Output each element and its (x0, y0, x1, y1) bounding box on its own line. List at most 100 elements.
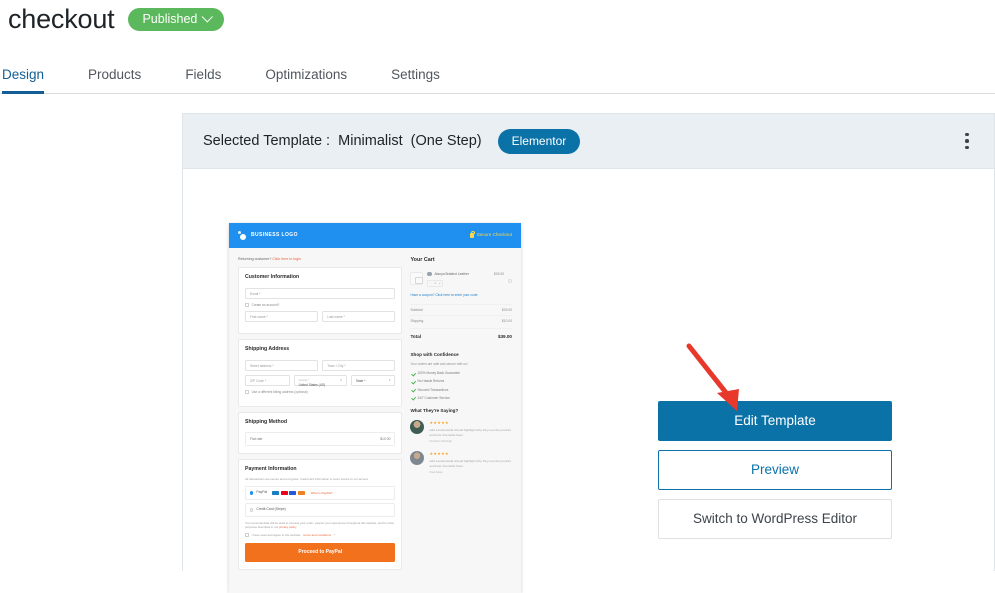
create-account-checkbox[interactable]: Create an account? (245, 303, 395, 308)
returning-text: Returning customer? (238, 257, 272, 261)
preview-customer-information: Customer Information Email * Create an a… (238, 267, 403, 335)
selected-template-card: Selected Template : Minimalist (One Step… (182, 113, 995, 593)
returning-login-link[interactable]: Click here to login (272, 257, 301, 261)
terms-required-marker: * (333, 532, 336, 537)
kebab-dot-2 (965, 139, 969, 143)
subtotal-row: Subtotal $29.00 (410, 304, 512, 315)
preview-right-column: Your Cart Alanya Braided Leather - 1 + $… (410, 257, 512, 575)
shipping-method-price: $10.00 (380, 436, 391, 441)
total-row: Total $39.00 (410, 327, 512, 343)
proceed-to-paypal-button[interactable]: Proceed to PayPal (245, 543, 396, 563)
check-icon (410, 372, 414, 376)
name-row: First name * Last name * (245, 311, 396, 326)
cart-item-details: Alanya Braided Leather - 1 + (427, 272, 489, 287)
confidence-block: Shop with Confidence Your orders are saf… (410, 352, 512, 400)
mastercard-icon (280, 490, 288, 496)
tab-optimizations[interactable]: Optimizations (265, 61, 369, 93)
address-row: Street address * Town / City * (245, 359, 396, 375)
state-placeholder: State * (355, 378, 366, 383)
confidence-item-label: Secured Transactions (417, 387, 449, 392)
shipping-address-heading: Shipping Address (245, 346, 290, 353)
tab-settings[interactable]: Settings (391, 61, 462, 93)
preview-topbar: BUSINESS LOGO Secure Checkout (229, 223, 521, 248)
kebab-dot-1 (965, 132, 969, 137)
payment-security-note: All transactions are secure and encrypte… (245, 476, 369, 481)
template-thumbnail[interactable]: BUSINESS LOGO Secure Checkout Returning … (229, 223, 521, 593)
street-address-field[interactable]: Street address * (245, 359, 319, 371)
selected-template-header: Selected Template : Minimalist (One Step… (183, 114, 994, 169)
checkbox-icon (245, 390, 249, 395)
qty-decrement[interactable]: - (430, 281, 431, 285)
testimonial-quote: Add a testimonial should highlight why t… (429, 459, 511, 468)
template-steps: (One Step) (410, 133, 482, 149)
preview-logo: BUSINESS LOGO (238, 231, 298, 240)
cart-item-price: $29.00 (493, 271, 504, 276)
remove-item-icon[interactable] (508, 278, 512, 283)
discover-icon (297, 490, 305, 496)
different-billing-checkbox[interactable]: Use a different billing address (optiona… (245, 390, 395, 395)
lock-icon (470, 230, 476, 238)
paypal-label: PayPal (256, 490, 268, 495)
country-select[interactable]: Country * United States (US) ▾ (293, 374, 347, 387)
terms-text: I have read and agree to the website (251, 532, 301, 537)
radio-selected-icon (250, 491, 254, 495)
privacy-policy-link[interactable]: privacy policy (279, 525, 296, 529)
chevron-down-icon: ▾ (340, 378, 342, 383)
preview-shipping-method: Shipping Method Flat rate $10.00 (238, 411, 403, 455)
coupon-link[interactable]: Have a coupon? Click here to enter your … (410, 293, 512, 298)
terms-link[interactable]: terms and conditions (303, 533, 331, 537)
testimonials-heading: What They're Saying? (410, 408, 459, 414)
shipping-method-option[interactable]: Flat rate $10.00 (245, 432, 396, 447)
paypal-option[interactable]: PayPal What is PayPal? (245, 485, 396, 500)
confidence-item-label: No Hassle Returns (417, 379, 445, 384)
state-select[interactable]: State * ▾ (350, 374, 396, 386)
town-city-field[interactable]: Town / City * (322, 359, 396, 371)
kebab-menu-icon[interactable] (952, 127, 982, 156)
business-logo-icon (238, 231, 247, 240)
amex-icon (289, 490, 297, 496)
preview-columns: Returning customer? Click here to login … (229, 248, 521, 575)
preview-logo-text: BUSINESS LOGO (251, 231, 298, 238)
zip-code-field[interactable]: ZIP Code * (245, 374, 290, 386)
edit-template-button[interactable]: Edit Template (658, 401, 892, 441)
check-icon (410, 396, 414, 400)
terms-checkbox-row[interactable]: I have read and agree to the website ter… (245, 533, 395, 537)
qty-increment[interactable]: + (439, 281, 441, 285)
avatar (410, 451, 425, 466)
stripe-option[interactable]: Credit Card (Stripe) (245, 502, 396, 517)
testimonials-block: What They're Saying? ★★★★★ Add a testimo… (410, 408, 512, 475)
last-name-field[interactable]: Last name * (322, 311, 396, 323)
checkbox-icon (245, 303, 249, 307)
email-field[interactable]: Email * (245, 287, 396, 299)
testimonial-quote: Add a testimonial should highlight why t… (429, 428, 511, 437)
first-name-field[interactable]: First name * (245, 311, 319, 323)
preview-secure-text: Secure Checkout (476, 232, 512, 238)
kebab-dot-3 (965, 145, 969, 150)
page-title: checkout (8, 4, 115, 34)
what-is-paypal-link[interactable]: What is PayPal? (311, 491, 333, 495)
star-rating: ★★★★★ (429, 451, 449, 457)
page-header: checkout Published (0, 0, 995, 35)
tab-products[interactable]: Products (88, 61, 163, 93)
tab-fields[interactable]: Fields (185, 61, 243, 93)
confidence-item: 24/7 Customer Service (410, 396, 512, 401)
shipping-label: Shipping (410, 318, 424, 323)
status-badge-published[interactable]: Published (128, 8, 225, 31)
shipping-value: $10.00 (501, 318, 512, 323)
builder-badge-elementor[interactable]: Elementor (497, 128, 581, 154)
switch-to-wordpress-editor-button[interactable]: Switch to WordPress Editor (658, 499, 892, 539)
quantity-badge-icon (427, 271, 432, 277)
country-value: United States (US) (298, 382, 326, 387)
preview-shipping-address: Shipping Address Street address * Town /… (238, 339, 403, 407)
quantity-stepper[interactable]: - 1 + (427, 279, 444, 287)
testimonial-body: ★★★★★ Add a testimonial should highlight… (429, 451, 512, 475)
tab-design[interactable]: Design (2, 61, 66, 94)
region-row: ZIP Code * Country * United States (US) … (245, 374, 396, 390)
testimonial-author: Paul Adam (429, 470, 443, 475)
confidence-heading: Shop with Confidence (410, 352, 459, 358)
customer-information-heading: Customer Information (245, 274, 300, 281)
cart-line-item: Alanya Braided Leather - 1 + $29.00 (410, 271, 512, 287)
preview-button[interactable]: Preview (658, 450, 892, 490)
preview-payment-information: Payment Information All transactions are… (238, 459, 403, 571)
cart-item-name: Alanya Braided Leather (434, 271, 469, 276)
